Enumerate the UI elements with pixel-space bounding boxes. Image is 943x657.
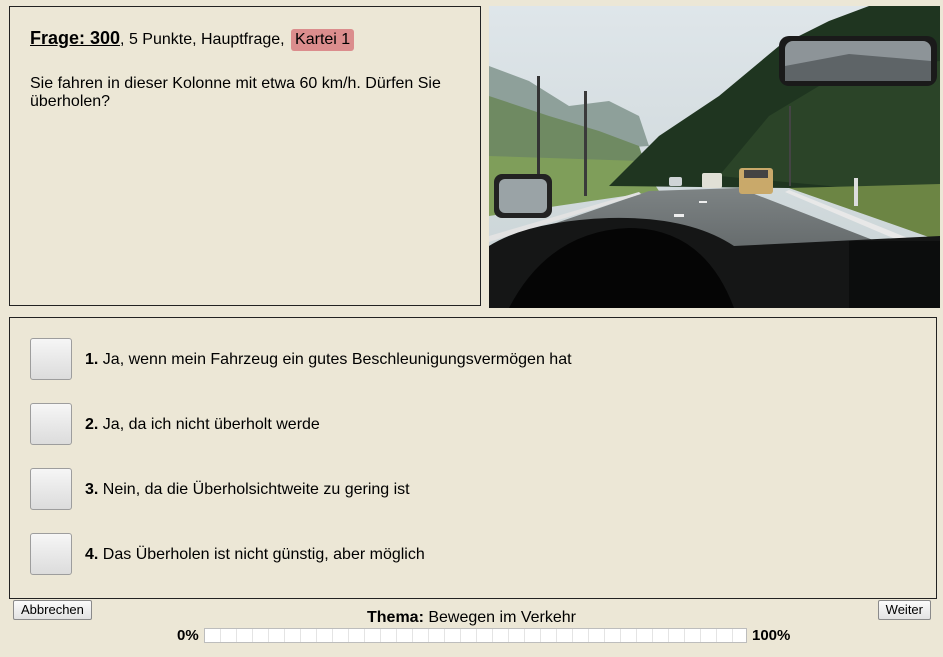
progress-row: 0% 100% <box>0 627 943 645</box>
answer-number-4: 4. <box>85 546 99 563</box>
answer-label-4: 4. Das Überholen ist nicht günstig, aber… <box>85 545 425 565</box>
answer-checkbox-2[interactable] <box>30 403 72 445</box>
question-number: Frage: 300 <box>30 28 121 48</box>
question-text: Sie fahren in dieser Kolonne mit etwa 60… <box>30 75 441 110</box>
answer-option-3: 3. Nein, da die Überholsichtweite zu ger… <box>30 468 910 512</box>
topic-value: Bewegen im Verkehr <box>428 609 576 626</box>
question-header: Frage: 300, 5 Punkte, Hauptfrage, Kartei… <box>30 27 355 51</box>
answer-option-1: 1. Ja, wenn mein Fahrzeug ein gutes Besc… <box>30 338 910 382</box>
answer-label-3: 3. Nein, da die Überholsichtweite zu ger… <box>85 480 410 500</box>
answer-checkbox-1[interactable] <box>30 338 72 380</box>
card-badge: Kartei 1 <box>291 29 355 51</box>
answer-option-4: 4. Das Überholen ist nicht günstig, aber… <box>30 533 910 577</box>
answer-text-1: Ja, wenn mein Fahrzeug ein gutes Beschle… <box>102 351 572 368</box>
answers-panel: 1. Ja, wenn mein Fahrzeug ein gutes Besc… <box>9 317 937 599</box>
answer-checkbox-3[interactable] <box>30 468 72 510</box>
question-photo <box>489 6 940 308</box>
question-meta: , 5 Punkte, Hauptfrage, <box>120 31 290 48</box>
progress-bar <box>204 628 747 643</box>
answer-text-3: Nein, da die Überholsichtweite zu gering… <box>102 481 410 498</box>
question-panel: Frage: 300, 5 Punkte, Hauptfrage, Kartei… <box>9 6 481 306</box>
answer-option-2: 2. Ja, da ich nicht überholt werde <box>30 403 910 447</box>
answer-label-2: 2. Ja, da ich nicht überholt werde <box>85 415 320 435</box>
answer-text-4: Das Überholen ist nicht günstig, aber mö… <box>102 546 425 563</box>
topic-label: Thema: Bewegen im Verkehr <box>0 608 943 628</box>
answer-number-1: 1. <box>85 351 99 368</box>
progress-max-label: 100% <box>752 627 791 644</box>
topic-key: Thema: <box>367 609 424 626</box>
answer-text-2: Ja, da ich nicht überholt werde <box>102 416 320 433</box>
answer-label-1: 1. Ja, wenn mein Fahrzeug ein gutes Besc… <box>85 350 572 370</box>
answer-number-3: 3. <box>85 481 99 498</box>
driving-scene-image <box>489 6 940 308</box>
progress-min-label: 0% <box>177 627 199 644</box>
answer-number-2: 2. <box>85 416 99 433</box>
answer-checkbox-4[interactable] <box>30 533 72 575</box>
